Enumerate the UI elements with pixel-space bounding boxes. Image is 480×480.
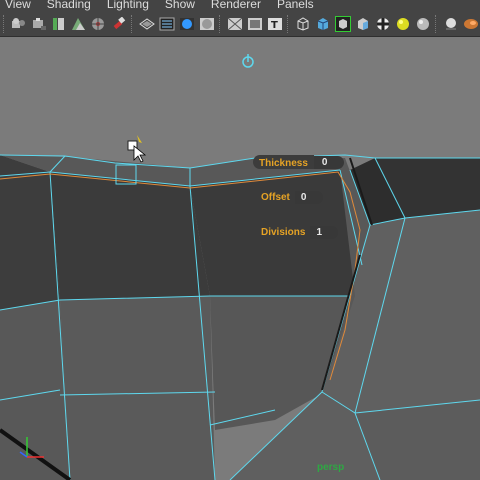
thickness-value[interactable]: 0 <box>313 155 344 169</box>
hud-divisions[interactable]: Divisions 1 <box>261 225 339 239</box>
motion-blur-icon[interactable] <box>463 16 479 32</box>
bookmark-icon[interactable] <box>51 16 67 32</box>
smooth-shade-all-icon[interactable] <box>179 16 195 32</box>
image-plane-icon[interactable] <box>71 16 87 32</box>
lights-icon[interactable] <box>395 16 411 32</box>
menu-renderer[interactable]: Renderer <box>206 0 261 12</box>
offset-label: Offset <box>261 191 290 203</box>
wireframe-icon[interactable] <box>159 16 175 32</box>
camera-attributes-icon[interactable] <box>31 16 47 32</box>
viewport-toolbar: T <box>0 12 480 37</box>
pivot-manipulator-icon[interactable] <box>242 54 254 68</box>
menu-view[interactable]: View <box>0 0 31 12</box>
menu-panels[interactable]: Panels <box>272 0 314 12</box>
toolbar-separator <box>131 15 133 33</box>
offset-value[interactable]: 0 <box>294 190 323 204</box>
flat-cube-icon[interactable] <box>355 16 371 32</box>
shaded-icon[interactable] <box>199 16 215 32</box>
svg-text:T: T <box>271 20 278 31</box>
menu-shading[interactable]: Shading <box>42 0 91 12</box>
toolbar-separator <box>219 15 221 33</box>
hud-offset[interactable]: Offset 0 <box>261 190 323 204</box>
film-gate-icon[interactable] <box>111 16 127 32</box>
divisions-value[interactable]: 1 <box>310 225 339 239</box>
menu-show[interactable]: Show <box>160 0 195 12</box>
checker-icon[interactable] <box>375 16 391 32</box>
toolbar-separator <box>3 15 5 33</box>
wireframe-cube-icon[interactable] <box>295 16 311 32</box>
cursor-icon <box>127 135 147 163</box>
isolate-select-icon[interactable] <box>335 16 351 32</box>
textured-icon[interactable] <box>227 16 243 32</box>
toolbar-separator <box>287 15 289 33</box>
camera-name: persp <box>317 462 345 473</box>
thickness-label: Thickness <box>259 158 308 169</box>
resolution-gate-icon[interactable] <box>139 16 155 32</box>
hud-thickness[interactable]: Thickness 0 <box>253 155 344 169</box>
menu-lighting[interactable]: Lighting <box>102 0 149 12</box>
viewport-menubar: View Shading Lighting Show Renderer Pane… <box>0 0 480 12</box>
text-icon[interactable]: T <box>267 16 283 32</box>
toolbar-separator <box>435 15 437 33</box>
perspective-viewport[interactable]: Thickness 0 Offset 0 Divisions 1 persp <box>0 37 480 480</box>
divisions-label: Divisions <box>261 226 306 238</box>
mesh-wireframe <box>0 54 480 480</box>
smooth-shaded-cube-icon[interactable] <box>315 16 331 32</box>
shadows-icon[interactable] <box>415 16 431 32</box>
material-sphere-icon[interactable] <box>443 16 459 32</box>
grid-icon[interactable] <box>91 16 107 32</box>
xray-icon[interactable] <box>247 16 263 32</box>
select-camera-icon[interactable] <box>11 16 27 32</box>
